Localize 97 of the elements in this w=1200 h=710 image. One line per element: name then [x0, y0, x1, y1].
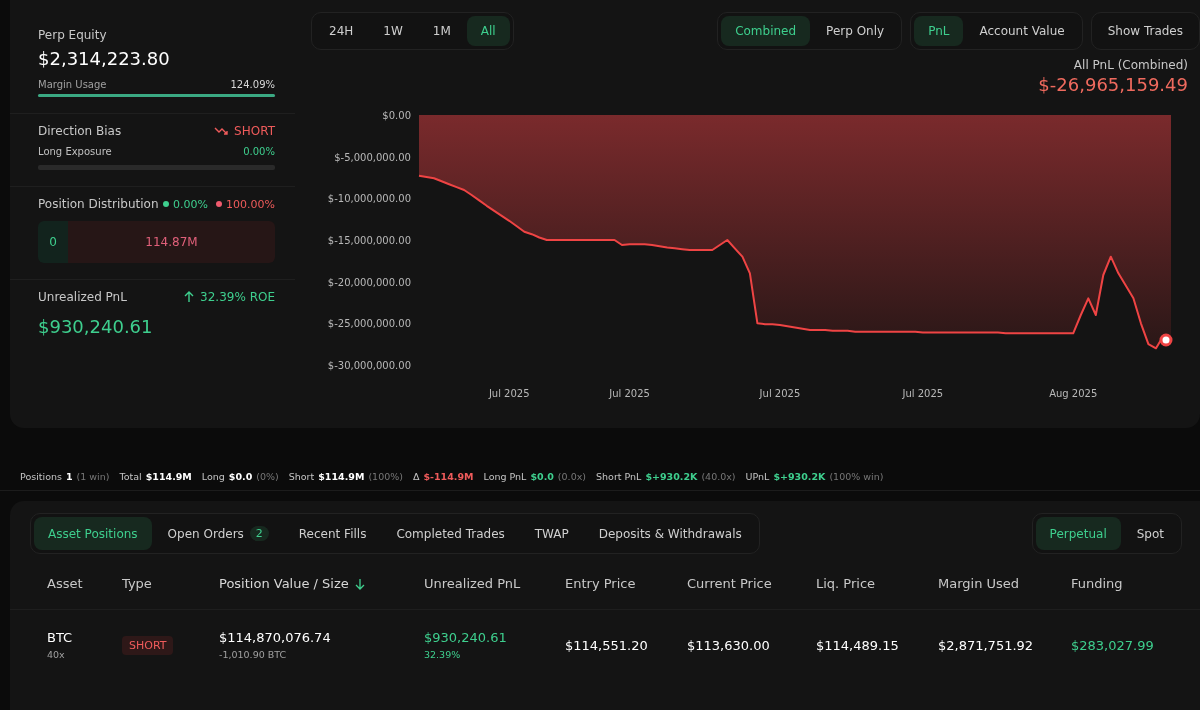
stat-note: (0%): [256, 470, 279, 482]
direction-bias-label: Direction Bias: [38, 124, 122, 138]
x-axis-label: Jul 2025: [759, 388, 801, 399]
stat-value: $+930.2K: [645, 470, 698, 482]
y-axis-label: $-10,000,000.00: [327, 193, 411, 205]
stat-note: (100%): [368, 470, 403, 482]
column-header: Liq. Price: [816, 576, 876, 591]
chart-total-value: $-26,965,159.49: [1037, 74, 1188, 95]
column-header: Position Value / Size: [219, 576, 349, 591]
range-tab[interactable]: 24H: [315, 16, 368, 46]
column-header: Margin Used: [938, 576, 1020, 591]
y-axis-label: $-20,000,000.00: [327, 276, 411, 288]
position-size: -1,010.90 BTC: [219, 649, 288, 660]
metric-tab[interactable]: PnL: [914, 16, 964, 46]
column-header: Current Price: [687, 576, 772, 591]
positions-tab[interactable]: Completed Trades: [382, 517, 519, 550]
long-share: 0.00%: [173, 197, 209, 211]
perp-equity-value: $2,314,223.80: [38, 48, 171, 69]
current-price: $113,630.00: [687, 637, 771, 653]
stat-note: (100% win): [829, 470, 884, 482]
column-header: Asset: [47, 576, 83, 591]
y-axis-label: $-15,000,000.00: [327, 235, 411, 246]
chart-label: All PnL (Combined): [1072, 58, 1188, 72]
positions-tab[interactable]: Open Orders 2: [153, 517, 283, 550]
unrealized-pnl-value: $930,240.61: [38, 316, 154, 337]
position-distribution-label: Position Distribution: [38, 197, 159, 211]
leverage: 40x: [47, 649, 66, 660]
mode-tab[interactable]: Perp Only: [812, 16, 899, 46]
liq-price: $114,489.15: [816, 637, 900, 653]
unrealized-pnl-label: Unrealized PnL: [38, 290, 127, 304]
metric-tab[interactable]: Account Value: [965, 16, 1079, 46]
long-exposure-label: Long Exposure: [38, 146, 112, 157]
entry-price: $114,551.20: [565, 637, 649, 653]
column-header: Entry Price: [565, 576, 636, 591]
stat-label: Short PnL: [596, 470, 642, 482]
range-tab[interactable]: All: [466, 16, 510, 46]
unrealized-pnl-cell-text: $930,240.61: [424, 630, 508, 645]
stat-value: 1: [65, 470, 73, 482]
stat-label: Long PnL: [483, 470, 527, 482]
short-segment: 114.87M: [68, 221, 275, 263]
sort-down-icon[interactable]: [354, 577, 365, 590]
trend-down-icon: [214, 126, 229, 136]
stat-value: $+930.2K: [773, 470, 826, 482]
x-axis-label: Jul 2025: [488, 388, 530, 399]
stat-value: $0.0: [530, 470, 554, 482]
end-point: [1159, 333, 1173, 347]
stat-value: $0.0: [228, 470, 253, 482]
mode-tab[interactable]: Combined: [721, 16, 811, 46]
y-axis-label: $0.00: [382, 110, 411, 121]
stat-label: UPnL: [745, 470, 770, 482]
y-axis-label: $-5,000,000.00: [334, 151, 411, 163]
market-tab[interactable]: Spot: [1122, 517, 1178, 550]
position-value: $114,870,076.74: [219, 630, 332, 645]
stat-note: (0.0x): [557, 470, 586, 482]
long-segment: 0: [38, 221, 68, 263]
margin-usage-label: Margin Usage: [38, 79, 107, 90]
column-header: Funding: [1071, 576, 1123, 591]
asset-name: BTC: [47, 630, 74, 645]
positions-tab[interactable]: TWAP: [520, 517, 583, 550]
show-trades-button[interactable]: Show Trades: [1090, 12, 1200, 50]
perp-equity-label: Perp Equity: [38, 28, 108, 42]
stat-label: Positions: [20, 470, 62, 482]
range-tab[interactable]: 1M: [418, 16, 465, 46]
roe-value: 32.39% ROE: [200, 290, 275, 304]
positions-tab[interactable]: Recent Fills: [284, 517, 381, 550]
range-tab[interactable]: 1W: [369, 16, 417, 46]
stat-note: (40.0x): [701, 470, 736, 482]
long-exposure-value: 0.00%: [243, 146, 275, 157]
stat-label: Δ: [412, 470, 420, 482]
margin-usage-value: 124.09%: [230, 79, 275, 90]
long-dot: [163, 201, 170, 207]
count-badge: 2: [249, 526, 269, 541]
short-dot: [216, 201, 223, 207]
funding-value: $283,027.99: [1071, 637, 1155, 653]
x-axis-label: Jul 2025: [902, 388, 944, 399]
column-header: Unrealized PnL: [424, 576, 521, 591]
margin-used: $2,871,751.92: [938, 637, 1035, 653]
short-share: 100.00%: [226, 197, 275, 211]
market-tab[interactable]: Perpetual: [1035, 517, 1121, 550]
stat-label: Short: [288, 470, 315, 482]
stat-value: $114.9M: [318, 470, 365, 482]
column-header: Type: [122, 576, 152, 591]
stat-label: Total: [119, 470, 142, 482]
direction-bias-value: SHORT: [234, 124, 275, 138]
y-axis-label: $-30,000,000.00: [327, 360, 411, 371]
side-tag: SHORT: [122, 635, 174, 655]
x-axis-label: Aug 2025: [1049, 388, 1098, 399]
positions-tab[interactable]: Deposits & Withdrawals: [584, 517, 756, 550]
x-axis-label: Jul 2025: [609, 388, 650, 399]
y-axis-label: $-25,000,000.00: [327, 318, 411, 330]
stat-value: $114.9M: [145, 470, 192, 482]
arrow-up-icon: [184, 291, 195, 303]
stat-label: Long: [201, 470, 225, 482]
positions-tab[interactable]: Asset Positions: [34, 517, 152, 550]
unrealized-pnl-percent: 32.39%: [424, 649, 462, 660]
stat-note: (1 win): [76, 470, 110, 482]
stat-value: $-114.9M: [423, 470, 474, 482]
